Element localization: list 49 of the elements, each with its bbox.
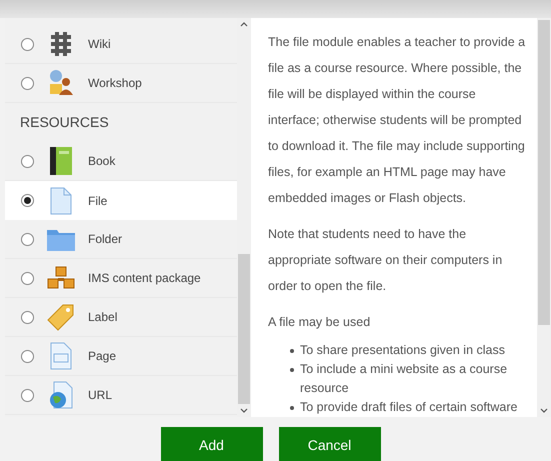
scroll-up-icon[interactable] xyxy=(240,22,248,27)
tag-icon xyxy=(47,303,75,331)
module-label: Page xyxy=(88,348,116,365)
cancel-button[interactable]: Cancel xyxy=(278,427,380,461)
globe-document-icon xyxy=(49,381,73,409)
scroll-thumb[interactable] xyxy=(538,20,550,325)
module-label: Workshop xyxy=(88,75,142,92)
document-icon xyxy=(50,186,72,214)
description-bullet: To share presentations given in class xyxy=(300,342,505,359)
module-label: IMS content package xyxy=(88,270,201,287)
radio-button[interactable] xyxy=(21,194,34,207)
radio-button[interactable] xyxy=(21,350,34,362)
boxes-icon xyxy=(47,266,75,290)
module-option[interactable]: Label xyxy=(5,298,237,337)
radio-button[interactable] xyxy=(21,76,34,90)
module-option[interactable]: File xyxy=(5,181,237,220)
scroll-down-icon[interactable] xyxy=(240,408,248,413)
add-button[interactable]: Add xyxy=(160,427,262,461)
module-option[interactable]: Page xyxy=(5,337,237,376)
radio-button[interactable] xyxy=(21,38,34,50)
radio-button[interactable] xyxy=(21,232,34,246)
section-heading: RESOURCES xyxy=(20,113,109,132)
module-label: File xyxy=(88,192,108,210)
folder-icon xyxy=(47,227,75,251)
radio-button[interactable] xyxy=(21,310,34,324)
module-option[interactable]: Workshop xyxy=(5,64,237,103)
description-paragraph: Note that students need to have the appropriate software on their computers in order to open the file. xyxy=(268,226,504,295)
description-paragraph: The file module enables a teacher to provide a file as a course resource. Where possible, the file will be displayed within the course interface; otherwise students will be prompted to download it. The file may include supporting files, for example an HTML page may have embedded images or Flash objects. xyxy=(268,34,526,207)
radio-button[interactable] xyxy=(21,272,34,284)
module-option[interactable]: IMS content package xyxy=(5,259,237,298)
scroll-down-icon[interactable] xyxy=(540,408,548,413)
page-icon xyxy=(50,342,72,370)
people-icon xyxy=(48,70,74,96)
scroll-thumb[interactable] xyxy=(238,254,250,404)
description-bullet: To provide draft files of certain software xyxy=(300,399,518,416)
radio-button[interactable] xyxy=(21,388,34,402)
radio-button[interactable] xyxy=(21,154,34,168)
book-icon xyxy=(50,147,72,175)
module-label: Book xyxy=(88,153,116,170)
description-paragraph: A file may be used xyxy=(268,314,372,331)
description-bullet: To include a mini website as a course resource xyxy=(300,361,508,397)
module-label: Folder xyxy=(88,231,122,248)
module-label: Label xyxy=(88,309,118,326)
module-option[interactable]: Wiki xyxy=(5,25,237,64)
module-option[interactable]: Folder xyxy=(5,220,237,259)
module-label: URL xyxy=(88,387,112,404)
module-label: Wiki xyxy=(88,36,111,53)
grid-icon xyxy=(48,31,74,57)
module-option[interactable]: URL xyxy=(5,376,237,415)
